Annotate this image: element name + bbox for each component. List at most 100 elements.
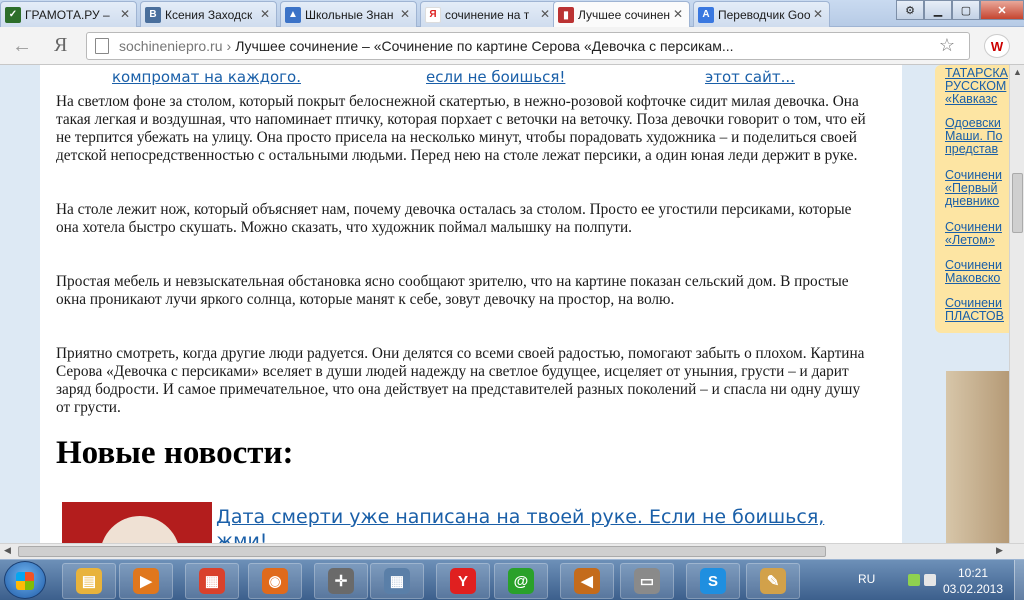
address-domain: sochineniepro.ru <box>119 38 223 54</box>
address-separator: › <box>226 38 232 54</box>
scroll-left-icon[interactable]: ◀ <box>4 545 11 556</box>
close-icon[interactable]: ✕ <box>813 7 823 21</box>
article-paragraph: На столе лежит нож, который объясняет на… <box>56 201 852 236</box>
tab-label: Переводчик Goo <box>718 7 811 22</box>
agent-icon: @ <box>508 568 534 594</box>
horizontal-scrollbar[interactable]: ◀ ▶ <box>0 543 1024 559</box>
google-translate-icon: A <box>698 6 714 23</box>
tab-znanija[interactable]: ▲ Школьные Знан ✕ <box>280 1 417 27</box>
sidebar-link[interactable]: Сочинени ПЛАСТОВ <box>945 297 1004 323</box>
taskbar-button[interactable]: ▤ <box>62 563 116 599</box>
sidebar-link[interactable]: Сочинени «Летом» <box>945 221 1002 247</box>
vertical-scrollbar[interactable]: ▲ <box>1009 65 1024 543</box>
sidebar-link-line: Маковско <box>945 271 1001 285</box>
tab-yandex-search[interactable]: Я сочинение на т ✕ <box>420 1 557 27</box>
tab-label: Школьные Знан <box>305 7 394 22</box>
tab-label: Ксения Заходск <box>165 7 253 22</box>
news-thumbnail[interactable] <box>62 502 212 543</box>
tab-label: Лучшее сочинен <box>578 8 670 22</box>
browser-toolbar: ← Я sochineniepro.ru › Лучшее сочинение … <box>0 27 1024 65</box>
top-links: компромат на каждого. если не боишься! э… <box>40 65 902 87</box>
article-paragraph: Приятно смотреть, когда другие люди раду… <box>56 345 865 416</box>
explorer-icon: ▤ <box>76 568 102 594</box>
yandex-browser-icon: Y <box>450 568 476 594</box>
related-essays-sidebar: ТАТАРСКА РУССКОМ «Кавказс Одоевски Маши.… <box>935 65 1009 333</box>
close-icon[interactable]: ✕ <box>673 7 683 21</box>
settings-icon[interactable]: ⚙ <box>896 0 924 20</box>
taskbar-button[interactable]: ▭ <box>620 563 674 599</box>
show-desktop-button[interactable] <box>1014 560 1024 600</box>
vk-icon: B <box>145 6 161 23</box>
bookmark-star-icon[interactable]: ☆ <box>939 35 955 56</box>
yandex-icon: Я <box>425 6 441 23</box>
sidebar-link[interactable]: ТАТАРСКА РУССКОМ «Кавказс <box>945 67 1008 106</box>
tab-gramota[interactable]: ✓ ГРАМОТА.РУ – ✕ <box>0 1 137 27</box>
firefox-icon: ◉ <box>262 568 288 594</box>
page-icon <box>95 38 109 54</box>
sidebar-link-line: представ <box>945 142 999 156</box>
extension-icon[interactable]: W <box>984 34 1010 58</box>
promo-link[interactable]: этот сайт... <box>705 68 795 86</box>
close-icon[interactable]: ✕ <box>120 7 130 21</box>
clock-time: 10:21 <box>957 566 989 580</box>
volume-icon: ◀ <box>574 568 600 594</box>
scrollbar-thumb[interactable] <box>18 546 826 557</box>
sidebar-link[interactable]: Одоевски Маши. По представ <box>945 117 1002 156</box>
clock-date: 03.02.2013 <box>942 582 1004 596</box>
sidebar-link-line: «Кавказс <box>945 92 998 106</box>
page-viewport: компромат на каждого. если не боишься! э… <box>0 65 1009 543</box>
system-clock[interactable]: 10:21 03.02.2013 <box>940 565 1006 597</box>
close-window-button[interactable]: ✕ <box>980 0 1024 20</box>
promo-link[interactable]: компромат на каждого. <box>112 68 301 86</box>
gramota-icon: ✓ <box>5 6 21 23</box>
yandex-logo-icon[interactable]: Я <box>54 34 67 57</box>
windows-taskbar: ▤ ▶ ▦ ◉ ✛ ▦ Y @ ◀ ▭ S ✎ RU 10:21 03.02.2013 <box>0 559 1024 600</box>
taskbar-button[interactable]: ▦ <box>185 563 239 599</box>
close-icon[interactable]: ✕ <box>260 7 270 21</box>
taskbar-button[interactable]: ◉ <box>248 563 302 599</box>
taskbar-button[interactable]: ✛ <box>314 563 368 599</box>
start-button[interactable] <box>4 561 46 599</box>
scrollbar-thumb[interactable] <box>1012 173 1023 233</box>
scroll-up-icon[interactable]: ▲ <box>1013 67 1022 77</box>
sidebar-link-line: дневнико <box>945 194 1000 208</box>
scroll-right-icon[interactable]: ▶ <box>996 545 1003 556</box>
sidebar-link-line: ПЛАСТОВ <box>945 309 1004 323</box>
address-bar[interactable]: sochineniepro.ru › Лучшее сочинение – «С… <box>86 32 970 60</box>
article-paragraph: Простая мебель и невзыскательная обстано… <box>56 273 849 308</box>
sidebar-link[interactable]: Сочинени «Первый дневнико <box>945 169 1002 208</box>
taskbar-button[interactable]: ▶ <box>119 563 173 599</box>
back-arrow-icon[interactable]: ← <box>12 35 32 58</box>
taskbar-button[interactable]: ◀ <box>560 563 614 599</box>
palette-icon: ✎ <box>760 568 786 594</box>
window-controls: ⚙ ▁ ▢ ✕ <box>896 0 1024 20</box>
sidebar-link-line: «Летом» <box>945 233 995 247</box>
taskbar-button[interactable]: @ <box>494 563 548 599</box>
sidebar-photo[interactable] <box>946 371 1009 543</box>
taskbar-button[interactable]: ✎ <box>746 563 800 599</box>
maximize-button[interactable]: ▢ <box>952 0 980 20</box>
windows-logo-icon <box>16 572 34 590</box>
close-icon[interactable]: ✕ <box>400 7 410 21</box>
tab-google-translate[interactable]: A Переводчик Goo ✕ <box>693 1 830 27</box>
volume-tray-icon[interactable] <box>924 574 936 586</box>
crosshair-app-icon: ✛ <box>328 568 354 594</box>
promo-link[interactable]: если не боишься! <box>426 68 565 86</box>
browser-tab-strip: ✓ ГРАМОТА.РУ – ✕ B Ксения Заходск ✕ ▲ Шк… <box>0 0 1024 28</box>
minimize-button[interactable]: ▁ <box>924 0 952 20</box>
skype-icon: S <box>700 568 726 594</box>
article-paragraph: На светлом фоне за столом, который покры… <box>56 93 866 164</box>
taskbar-button[interactable]: ▦ <box>370 563 424 599</box>
taskbar-button[interactable]: Y <box>436 563 490 599</box>
network-icon[interactable] <box>908 574 920 586</box>
article-content: компромат на каждого. если не боишься! э… <box>40 65 902 543</box>
close-icon[interactable]: ✕ <box>540 7 550 21</box>
calculator-icon: ▦ <box>384 568 410 594</box>
tab-active-essay[interactable]: ▮ Лучшее сочинен ✕ <box>553 1 690 28</box>
language-indicator[interactable]: RU <box>858 572 875 586</box>
taskbar-button[interactable]: S <box>686 563 740 599</box>
tab-label: сочинение на т <box>445 7 530 22</box>
sidebar-link[interactable]: Сочинени Маковско <box>945 259 1002 285</box>
news-link[interactable]: Дата смерти уже написана на твоей руке. … <box>216 505 876 543</box>
tab-vk[interactable]: B Ксения Заходск ✕ <box>140 1 277 27</box>
